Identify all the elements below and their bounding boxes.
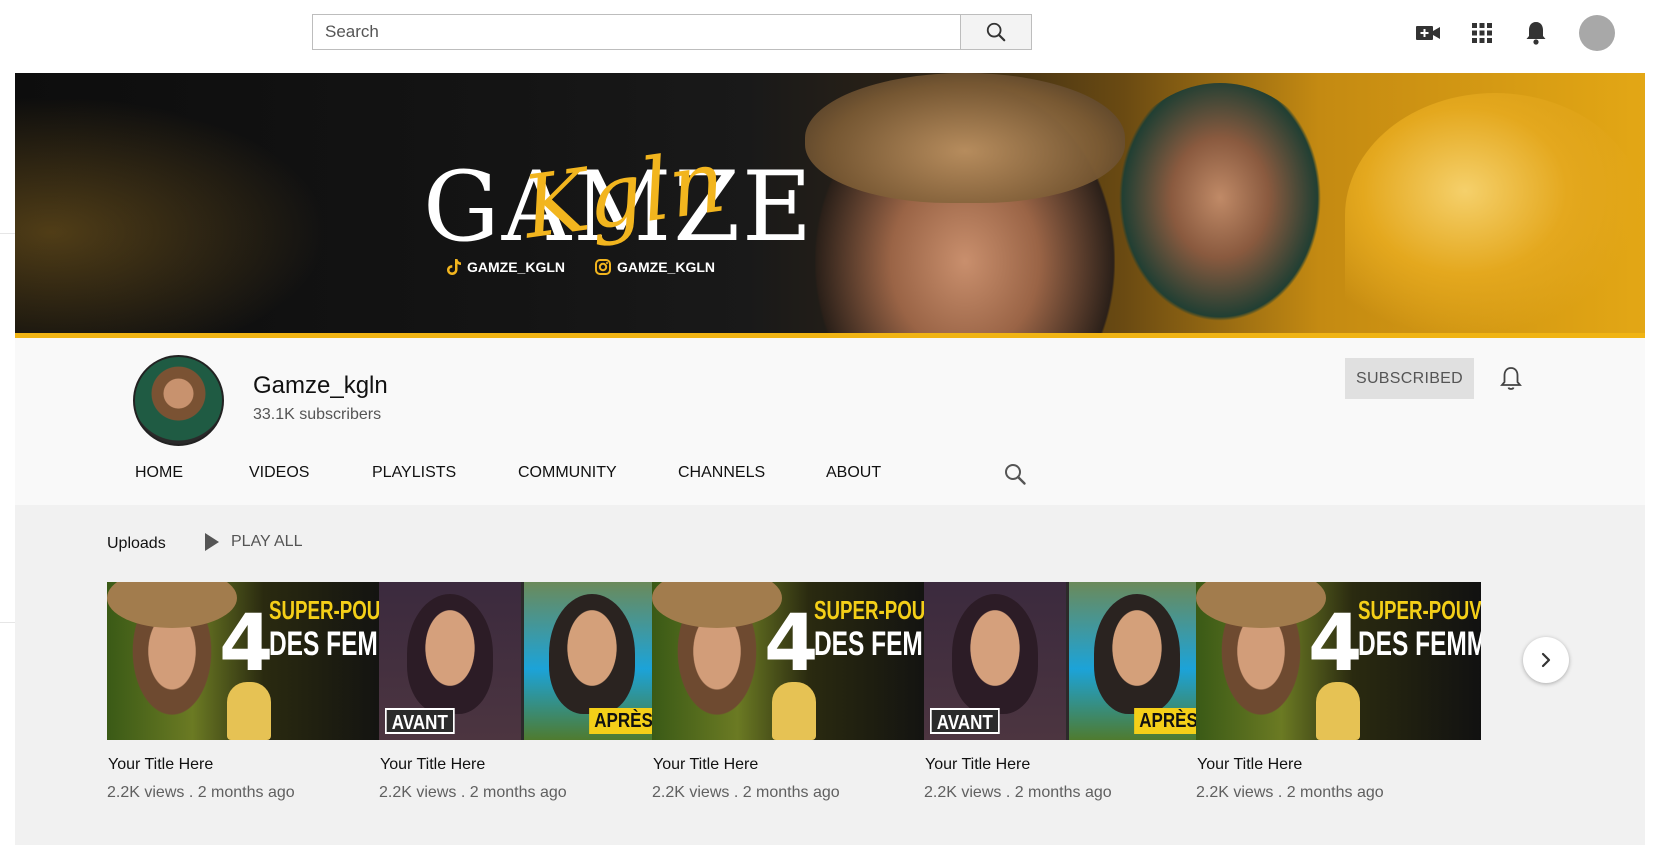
top-icons	[1401, 14, 1615, 52]
thumbnail-text-line2: DES FEMMES	[1358, 625, 1481, 663]
banner-socials: GAMZE_KGLN GAMZE_KGLN	[447, 259, 715, 275]
subscriber-count: 33.1K subscribers	[253, 406, 382, 423]
video-title[interactable]: Your Title Here	[380, 756, 485, 774]
search-bar	[312, 14, 1032, 50]
thumbnail-text-line2: DES FEMMES	[814, 625, 937, 663]
video-thumbnail[interactable]: 4 SUPER-POUVOIRS DES FEMMES	[107, 582, 392, 740]
apps-grid-icon	[1472, 23, 1492, 43]
thumbnail-text-line2: DES FEMMES	[269, 625, 392, 663]
thumbnail-tag-after: APRÈS	[589, 708, 658, 734]
video-title[interactable]: Your Title Here	[653, 756, 758, 774]
thumbnail-hat	[107, 582, 237, 628]
banner-portrait	[1345, 93, 1645, 338]
top-bar	[0, 0, 1665, 68]
thumbnail-text-line1: SUPER-POUVOIRS	[1358, 595, 1481, 625]
video-thumbnail[interactable]: 4 SUPER-POUVOIRS DES FEMMES	[652, 582, 937, 740]
channel-name: Gamze_kgln	[253, 372, 388, 399]
banner-logo: GAMZE Kgln GAMZE_KGLN GAMZE_KGLN	[423, 131, 812, 279]
channel-header: Gamze_kgln 33.1K subscribers SUBSCRIBED …	[15, 338, 1645, 505]
video-meta: 2.2K views . 2 months ago	[1196, 784, 1384, 801]
tab-community[interactable]: COMMUNITY	[518, 458, 617, 488]
thumbnail-hand	[1316, 682, 1360, 740]
channel-search-button[interactable]	[1003, 462, 1027, 486]
video-meta: 2.2K views . 2 months ago	[924, 784, 1112, 801]
video-card[interactable]: 4 SUPER-POUVOIRS DES FEMMES Your Title H…	[107, 582, 392, 812]
search-input[interactable]	[312, 14, 960, 50]
tab-about[interactable]: ABOUT	[826, 458, 881, 488]
video-thumbnail[interactable]: AVANT APRÈS	[379, 582, 664, 740]
video-card[interactable]: 4 SUPER-POUVOIRS DES FEMMES Your Title H…	[652, 582, 937, 812]
thumbnail-number: 4	[764, 599, 819, 689]
shelf-next-button[interactable]	[1523, 637, 1569, 683]
thumbnail-text-line1: SUPER-POUVOIRS	[814, 595, 937, 625]
account-avatar[interactable]	[1579, 15, 1615, 51]
notifications-bell-icon	[1526, 22, 1546, 45]
notification-bell-button[interactable]	[1500, 366, 1524, 392]
play-all-label: PLAY ALL	[231, 533, 303, 550]
banner-portrait	[1105, 83, 1335, 338]
video-shelf: 4 SUPER-POUVOIRS DES FEMMES Your Title H…	[107, 582, 1572, 812]
video-card[interactable]: AVANT APRÈS Your Title Here 2.2K views .…	[924, 582, 1209, 812]
thumbnail-face	[549, 594, 635, 714]
play-icon	[205, 533, 219, 551]
video-thumbnail[interactable]: 4 SUPER-POUVOIRS DES FEMMES	[1196, 582, 1481, 740]
channel-banner: GAMZE Kgln GAMZE_KGLN GAMZE_KGLN	[15, 73, 1645, 338]
thumbnail-tag-after: APRÈS	[1134, 708, 1203, 734]
thumbnail-hand	[227, 682, 271, 740]
apps-button[interactable]	[1455, 14, 1509, 52]
video-title[interactable]: Your Title Here	[925, 756, 1030, 774]
instagram-icon	[595, 259, 611, 275]
channel-avatar[interactable]	[133, 355, 224, 446]
section-title: Uploads	[107, 535, 166, 552]
notifications-button[interactable]	[1509, 14, 1563, 52]
banner-social-tiktok: GAMZE_KGLN	[447, 259, 565, 275]
thumbnail-hand	[772, 682, 816, 740]
tiktok-icon	[447, 259, 461, 275]
video-thumbnail[interactable]: AVANT APRÈS	[924, 582, 1209, 740]
uploads-section: Uploads PLAY ALL 4 SUPER-POUVOIRS DES FE…	[15, 505, 1645, 845]
video-meta: 2.2K views . 2 months ago	[107, 784, 295, 801]
video-title[interactable]: Your Title Here	[108, 756, 213, 774]
thumbnail-face	[407, 594, 493, 714]
tab-playlists[interactable]: PLAYLISTS	[372, 458, 456, 488]
video-card[interactable]: AVANT APRÈS Your Title Here 2.2K views .…	[379, 582, 664, 812]
thumbnail-hat	[1196, 582, 1326, 628]
divider	[0, 622, 15, 623]
tab-videos[interactable]: VIDEOS	[249, 458, 309, 488]
banner-portrait-hat	[805, 73, 1125, 203]
divider	[0, 233, 15, 234]
search-icon	[1005, 464, 1026, 485]
video-meta: 2.2K views . 2 months ago	[652, 784, 840, 801]
thumbnail-text-line1: SUPER-POUVOIRS	[269, 595, 392, 625]
subscribe-button[interactable]: SUBSCRIBED	[1345, 358, 1474, 399]
search-button[interactable]	[960, 14, 1032, 50]
thumbnail-face	[1094, 594, 1180, 714]
banner-social-handle: GAMZE_KGLN	[617, 259, 715, 275]
create-video-button[interactable]	[1401, 14, 1455, 52]
bell-outline-icon	[1500, 367, 1522, 390]
thumbnail-number: 4	[1308, 599, 1363, 689]
create-video-icon	[1416, 26, 1440, 40]
video-card[interactable]: 4 SUPER-POUVOIRS DES FEMMES Your Title H…	[1196, 582, 1481, 812]
thumbnail-tag-before: AVANT	[385, 708, 455, 734]
play-all-button[interactable]: PLAY ALL	[205, 533, 302, 551]
tab-channels[interactable]: CHANNELS	[678, 458, 765, 488]
banner-social-instagram: GAMZE_KGLN	[595, 259, 715, 275]
thumbnail-face	[952, 594, 1038, 714]
search-icon	[986, 22, 1006, 42]
banner-particles	[15, 73, 375, 338]
thumbnail-tag-before: AVANT	[930, 708, 1000, 734]
chevron-right-icon	[1541, 652, 1551, 668]
video-title[interactable]: Your Title Here	[1197, 756, 1302, 774]
thumbnail-hat	[652, 582, 782, 628]
video-meta: 2.2K views . 2 months ago	[379, 784, 567, 801]
tab-home[interactable]: HOME	[135, 458, 183, 488]
thumbnail-number: 4	[219, 599, 274, 689]
banner-social-handle: GAMZE_KGLN	[467, 259, 565, 275]
